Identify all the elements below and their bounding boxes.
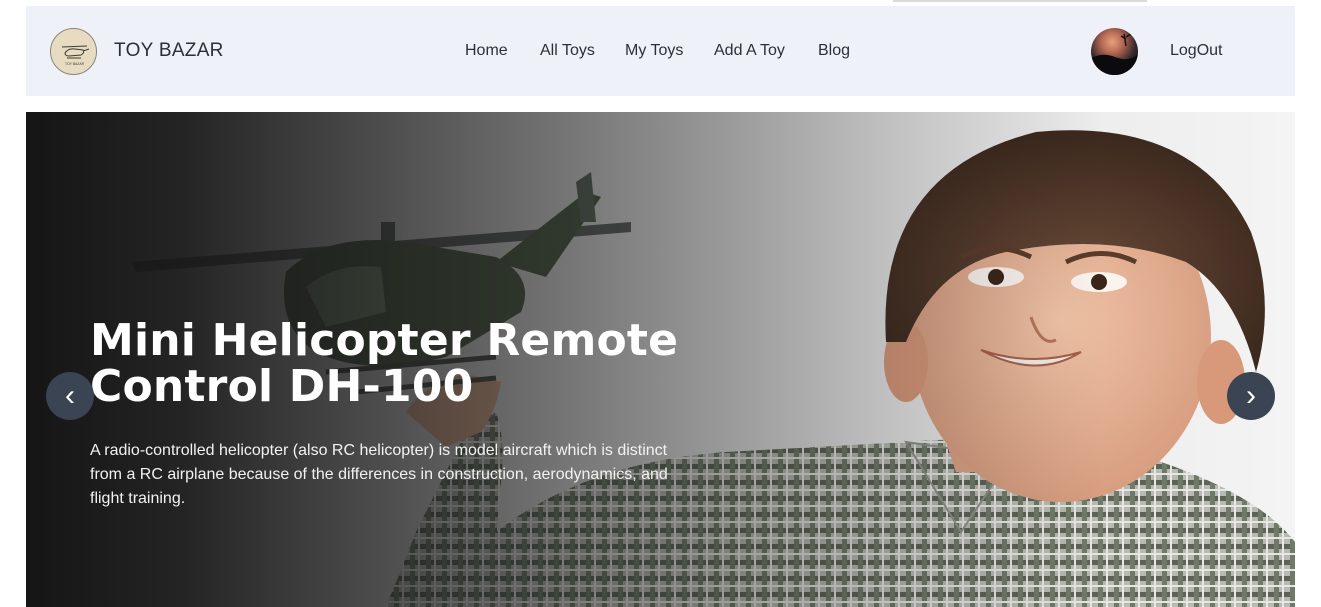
navbar: TOY BAZAR TOY BAZAR Home All Toys My Toy… [26,6,1295,96]
brand-name[interactable]: TOY BAZAR [114,40,224,62]
nav-all-toys[interactable]: All Toys [540,42,595,60]
hero-title: Mini Helicopter Remote Control DH-100 [90,315,679,412]
brand-logo[interactable]: TOY BAZAR [50,28,97,75]
hero-description: A radio-controlled helicopter (also RC h… [90,442,668,507]
prev-slide-button[interactable]: ‹ [46,372,94,420]
nav-home[interactable]: Home [465,42,508,60]
nav-add-a-toy[interactable]: Add A Toy [714,42,785,60]
next-slide-button[interactable]: › [1227,372,1275,420]
hero-carousel: Mini Helicopter Remote Control DH-100 A … [26,112,1295,607]
helicopter-icon: TOY BAZAR [61,45,90,66]
chevron-left-icon: ‹ [65,379,75,412]
chevron-right-icon: › [1246,379,1256,412]
user-avatar[interactable] [1091,28,1138,75]
avatar-image [1091,33,1138,75]
logout-button[interactable]: LogOut [1170,42,1222,60]
nav-blog[interactable]: Blog [818,42,850,60]
logo-text: TOY BAZAR [65,62,85,66]
top-divider [893,0,1147,2]
nav-my-toys[interactable]: My Toys [625,42,683,60]
